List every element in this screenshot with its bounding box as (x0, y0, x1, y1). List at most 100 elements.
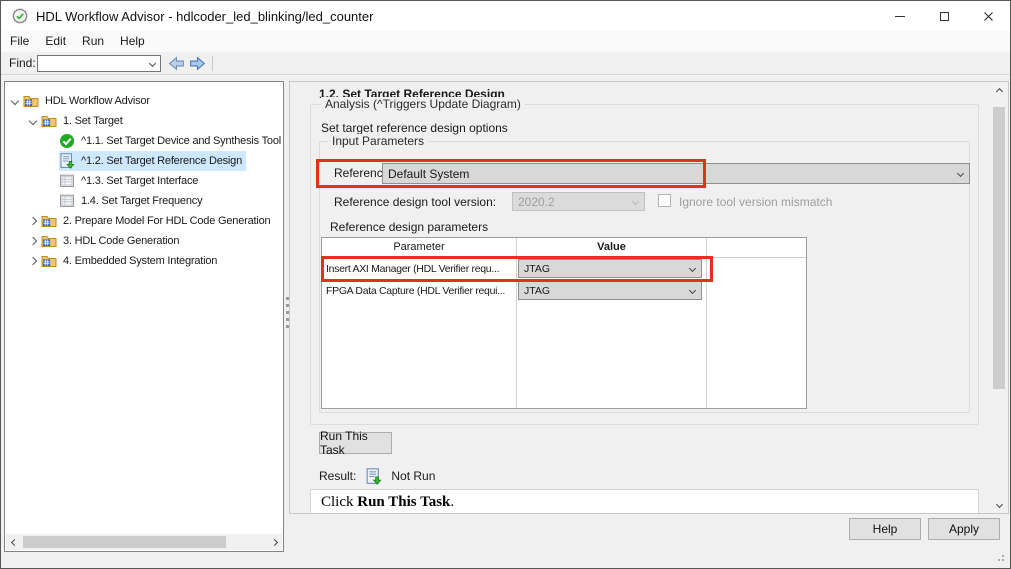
close-icon (983, 11, 994, 22)
folder-icon (41, 213, 57, 229)
task-message: Click Run This Task. (311, 490, 978, 514)
table-header: Parameter Value (322, 238, 806, 258)
chevron-down-icon[interactable] (25, 118, 41, 124)
apply-button[interactable]: Apply (928, 518, 1000, 540)
chevron-right-icon[interactable] (25, 218, 41, 224)
tree-horizontal-scrollbar[interactable] (6, 534, 282, 550)
chevron-down-icon[interactable] (7, 98, 23, 104)
find-previous-button[interactable] (167, 55, 186, 72)
tree-item-label: 4. Embedded System Integration (63, 255, 217, 267)
vertical-scrollbar-thumb[interactable] (993, 107, 1005, 389)
not-run-status-icon (365, 468, 382, 485)
find-dropdown-button[interactable] (145, 56, 160, 71)
insert-axi-manager-select[interactable]: JTAG (518, 259, 702, 278)
chevron-down-icon (149, 60, 156, 67)
chevron-down-icon (952, 171, 969, 176)
close-button[interactable] (966, 1, 1010, 31)
chevron-right-icon[interactable] (25, 238, 41, 244)
menu-bar: File Edit Run Help (1, 31, 1010, 52)
help-button[interactable]: Help (849, 518, 921, 540)
tree-item-prepare-model[interactable]: 2. Prepare Model For HDL Code Generation (5, 211, 283, 231)
find-input[interactable] (38, 56, 145, 71)
tree-item-hdl-code-generation[interactable]: 3. HDL Code Generation (5, 231, 283, 251)
tree-item-hdl-workflow-advisor[interactable]: HDL Workflow Advisor (5, 91, 283, 111)
folder-icon (23, 93, 39, 109)
tree-item-set-target[interactable]: 1. Set Target (5, 111, 283, 131)
menu-edit[interactable]: Edit (37, 31, 74, 52)
options-description: Set target reference design options (321, 121, 508, 135)
tree-item-label: ^1.3. Set Target Interface (81, 175, 198, 187)
analysis-groupbox: Analysis (^Triggers Update Diagram) Set … (310, 104, 979, 425)
tree-item-label: HDL Workflow Advisor (45, 95, 150, 107)
scroll-up-button[interactable] (991, 83, 1007, 99)
column-header-value: Value (517, 238, 706, 257)
tree-item-set-target-reference-design[interactable]: ^1.2. Set Target Reference Design (5, 151, 283, 171)
parameter-name: FPGA Data Capture (HDL Verifier requi... (322, 280, 515, 302)
result-value: Not Run (391, 469, 435, 483)
task-message-box: Click Run This Task. (310, 489, 979, 514)
toolbar-separator (212, 56, 213, 71)
horizontal-scrollbar-thumb[interactable] (23, 536, 226, 548)
scroll-down-button[interactable] (991, 496, 1007, 512)
title-bar: HDL Workflow Advisor - hdlcoder_led_blin… (1, 1, 1010, 31)
report-icon (59, 173, 75, 189)
column-header-parameter: Parameter (322, 238, 516, 257)
task-detail-panel: 1.2. Set Target Reference Design Analysi… (289, 81, 1009, 514)
find-input-combo[interactable] (37, 55, 161, 72)
message-suffix: . (450, 494, 454, 510)
window-resize-grip[interactable] (994, 551, 1004, 561)
tree-item-set-target-interface[interactable]: ^1.3. Set Target Interface (5, 171, 283, 191)
tool-version-value: 2020.2 (513, 195, 627, 209)
app-icon (12, 8, 28, 24)
message-bold: Run This Task (357, 494, 450, 510)
scroll-left-button[interactable] (6, 534, 22, 550)
message-prefix: Click (321, 494, 357, 510)
tree-item-label: 3. HDL Code Generation (63, 235, 179, 247)
find-label: Find: (9, 52, 36, 74)
input-parameters-label: Input Parameters (328, 134, 428, 148)
tree-item-label: 2. Prepare Model For HDL Code Generation (63, 215, 270, 227)
table-row: Insert AXI Manager (HDL Verifier requ...… (322, 258, 806, 280)
scroll-right-button[interactable] (266, 534, 282, 550)
passed-check-icon (59, 133, 75, 149)
current-task-icon (59, 153, 75, 169)
tree-item-label: ^1.1. Set Target Device and Synthesis To… (81, 135, 281, 147)
chevron-right-icon[interactable] (25, 258, 41, 264)
result-row: Result: Not Run (319, 467, 435, 485)
hdl-workflow-advisor-window: HDL Workflow Advisor - hdlcoder_led_blin… (0, 0, 1011, 569)
tree-item-label: ^1.2. Set Target Reference Design (81, 155, 242, 167)
ignore-mismatch-checkbox (658, 194, 671, 207)
tree-item-label: 1.4. Set Target Frequency (81, 195, 202, 207)
minimize-icon (895, 16, 905, 17)
chevron-down-icon (627, 199, 644, 204)
menu-run[interactable]: Run (74, 31, 112, 52)
parameter-name: Insert AXI Manager (HDL Verifier requ... (322, 258, 515, 280)
tree-item-label: 1. Set Target (63, 115, 123, 127)
folder-icon (41, 113, 57, 129)
reference-design-parameters-table: Parameter Value Insert AXI Manager (HDL … (321, 237, 807, 409)
tree-item-set-target-device[interactable]: ^1.1. Set Target Device and Synthesis To… (5, 131, 283, 151)
panel-vertical-scrollbar[interactable] (991, 83, 1007, 512)
menu-help[interactable]: Help (112, 31, 153, 52)
tree-item-set-target-frequency[interactable]: 1.4. Set Target Frequency (5, 191, 283, 211)
tree-item-embedded-system-integration[interactable]: 4. Embedded System Integration (5, 251, 283, 271)
reference-design-value: Default System (383, 167, 952, 181)
find-next-button[interactable] (188, 55, 207, 72)
maximize-button[interactable] (922, 1, 966, 31)
tool-version-select: 2020.2 (512, 192, 645, 211)
maximize-icon (940, 12, 949, 21)
input-parameters-groupbox: Input Parameters Reference design: Defau… (319, 141, 970, 413)
reference-design-parameters-label: Reference design parameters (330, 220, 488, 234)
minimize-button[interactable] (878, 1, 922, 31)
table-row: FPGA Data Capture (HDL Verifier requi...… (322, 280, 806, 302)
run-this-task-button[interactable]: Run This Task (319, 432, 392, 454)
menu-file[interactable]: File (2, 31, 37, 52)
tool-version-label: Reference design tool version: (334, 195, 496, 209)
ignore-mismatch-label: Ignore tool version mismatch (679, 195, 832, 209)
fpga-data-capture-select[interactable]: JTAG (518, 281, 702, 300)
folder-icon (41, 253, 57, 269)
workflow-tree: HDL Workflow Advisor 1. Set Target ^1.1.… (5, 82, 283, 271)
report-icon (59, 193, 75, 209)
result-label: Result: (319, 469, 356, 483)
reference-design-select[interactable]: Default System (382, 163, 970, 184)
